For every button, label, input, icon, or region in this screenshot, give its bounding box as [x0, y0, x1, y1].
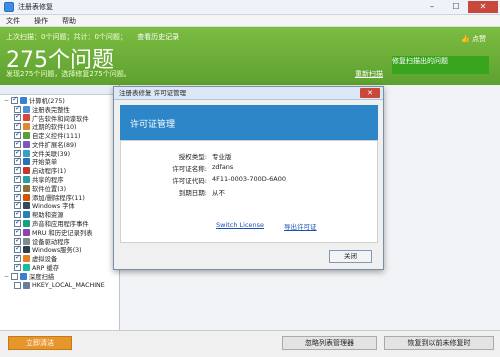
category-icon: [20, 96, 27, 104]
restore-button[interactable]: 恢复到以前未修复时: [384, 336, 494, 350]
like-label: 点赞: [472, 35, 486, 43]
tree-checkbox[interactable]: [14, 281, 21, 289]
minimize-button[interactable]: –: [420, 1, 444, 13]
tree-item-label: 文件关联(39): [32, 150, 71, 158]
menu-action[interactable]: 操作: [34, 16, 48, 26]
fix-issues-button[interactable]: 修复扫描出的问题: [392, 56, 489, 74]
rescan-link[interactable]: 重新扫描: [355, 69, 383, 79]
tree-item-label: 虚拟设备: [32, 256, 58, 264]
expiry-value: 从不: [212, 189, 225, 197]
license-type-value: 专业版: [212, 153, 232, 161]
close-button[interactable]: ✕: [468, 1, 498, 13]
tree-item-label: 启动程序(1): [32, 168, 67, 176]
category-icon: [23, 281, 30, 289]
category-icon: [23, 228, 30, 236]
tree-item-label: Windows 字体: [32, 203, 75, 211]
category-icon: [23, 149, 30, 157]
tree-item-label: 自定义控件(111): [32, 133, 81, 141]
license-dialog: 注册表修复 许可证管理 ✕ 许可证管理 授权类型: 专业版 许可证名称: zdf…: [113, 86, 384, 270]
category-icon: [23, 211, 30, 219]
dialog-heading: 许可证管理: [120, 105, 378, 140]
like-button[interactable]: 👍 点赞: [461, 34, 486, 44]
tree-item-label: ARP 缓存: [32, 265, 60, 273]
clean-now-button[interactable]: 立即清洁: [8, 336, 72, 350]
tree-item-label: 过期的软件(10): [32, 124, 77, 132]
tree-item-label: 文件扩展名(89): [32, 141, 77, 149]
tree-item-label: 开始菜单: [32, 159, 58, 167]
history-link[interactable]: 查看历史记录: [137, 33, 179, 41]
category-icon: [23, 237, 30, 245]
menu-bar: 文件 操作 帮助: [0, 15, 500, 27]
category-icon: [23, 220, 30, 228]
scan-summary: 上次扫描：0个问题；共计：0个问题； 查看历史记录: [6, 32, 179, 42]
switch-license-link[interactable]: Switch License: [216, 221, 264, 229]
tree-item-label: HKEY_LOCAL_MACHINE: [32, 281, 105, 289]
tree-expander-icon[interactable]: −: [4, 273, 11, 280]
license-code-value: 4F11-0003-700D-6A00: [212, 175, 286, 183]
category-icon: [23, 123, 30, 131]
category-icon: [23, 132, 30, 140]
tree-item[interactable]: − 深度扫描: [0, 272, 119, 281]
category-icon: [23, 184, 30, 192]
category-icon: [23, 176, 30, 184]
dialog-title: 注册表修复 许可证管理: [119, 89, 187, 97]
dialog-title-bar: 注册表修复 许可证管理 ✕: [114, 87, 383, 100]
license-code-label: 许可证代码:: [172, 177, 207, 185]
tree-item-label: 帮助和资源: [32, 212, 64, 220]
tree-item[interactable]: ARP 缓存: [0, 262, 119, 273]
tree-item-label: Windows服务(3): [32, 247, 82, 255]
license-type-label: 授权类型:: [178, 153, 207, 161]
tree-item-label: 声音和应用程序事件: [32, 221, 89, 229]
menu-help[interactable]: 帮助: [62, 16, 76, 26]
tree-expander-icon[interactable]: −: [4, 97, 11, 104]
category-icon: [23, 167, 30, 175]
category-tree: − 计算机(275)注册表完整性广告软件和间谍软件过期的软件(10)自定义控件(1…: [0, 95, 119, 290]
category-icon: [23, 246, 30, 254]
window-title: 注册表修复: [18, 3, 53, 11]
expiry-label: 到期日期:: [178, 189, 207, 197]
tree-checkbox[interactable]: [11, 272, 18, 280]
tree-item-label: 共享的程序: [32, 177, 64, 185]
category-tree-pane: − 计算机(275)注册表完整性广告软件和间谍软件过期的软件(10)自定义控件(1…: [0, 85, 120, 330]
license-name-value: zdfans: [212, 163, 234, 171]
category-icon: [23, 202, 30, 210]
category-icon: [23, 105, 30, 113]
tree-item-label: 深度扫描: [29, 273, 55, 281]
category-icon: [23, 114, 30, 122]
maximize-button[interactable]: ☐: [444, 1, 468, 13]
tree-item-label: 软件位置(3): [32, 185, 67, 193]
category-icon: [23, 140, 30, 148]
export-license-link[interactable]: 导出许可证: [284, 221, 317, 231]
scan-summary-text: 上次扫描：0个问题；共计：0个问题；: [6, 33, 127, 41]
app-icon: [4, 2, 14, 12]
tree-item-label: 设备驱动程序: [32, 238, 70, 246]
dialog-close-button[interactable]: 关闭: [329, 250, 372, 263]
thumbs-up-icon: 👍: [461, 35, 470, 43]
tree-checkbox[interactable]: [14, 262, 21, 272]
window-controls: – ☐ ✕: [420, 1, 498, 13]
tree-item-label: 广告软件和间谍软件: [32, 115, 89, 123]
tree-item-label: 注册表完整性: [32, 106, 70, 114]
title-bar: 注册表修复 – ☐ ✕: [0, 0, 500, 15]
menu-file[interactable]: 文件: [6, 16, 20, 26]
category-icon: [23, 158, 30, 166]
tree-item[interactable]: HKEY_LOCAL_MACHINE: [0, 281, 119, 290]
tree-item-label: 计算机(275): [29, 97, 65, 105]
tree-item-label: 添加/删除程序(11): [32, 194, 85, 202]
tree-header: [0, 85, 119, 95]
bottom-bar: 立即清洁 忽略列表管理器 恢复到以前未修复时: [0, 330, 500, 357]
ignore-list-button[interactable]: 忽略列表管理器: [282, 336, 377, 350]
license-name-label: 许可证名称:: [172, 165, 207, 173]
category-icon: [23, 264, 30, 272]
issue-subtitle: 发现275个问题，选择修复275个问题。: [6, 70, 131, 78]
license-info: 授权类型: 专业版 许可证名称: zdfans 许可证代码: 4F11-0003…: [120, 140, 378, 243]
dialog-close-icon[interactable]: ✕: [360, 88, 380, 98]
category-icon: [23, 255, 30, 263]
category-icon: [23, 193, 30, 201]
category-icon: [20, 272, 27, 280]
tree-item-label: MRU 和历史记录列表: [32, 229, 93, 237]
